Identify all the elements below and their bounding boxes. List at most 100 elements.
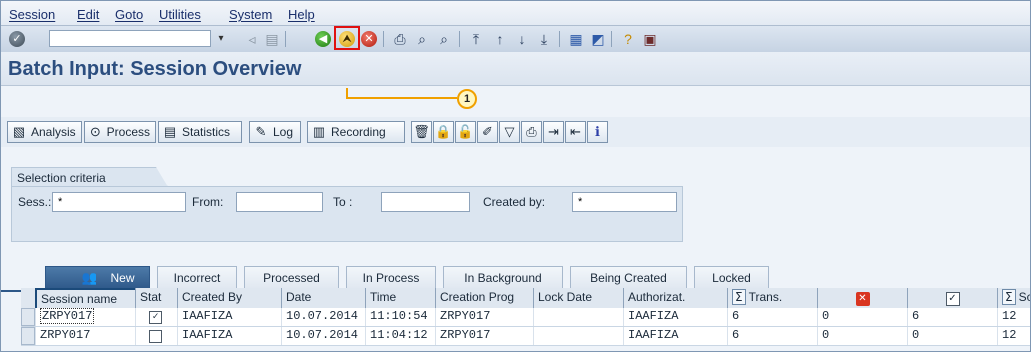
select-all-cell[interactable] xyxy=(21,288,35,308)
menu-goto[interactable]: Goto xyxy=(115,7,143,22)
page-title: Batch Input: Session Overview xyxy=(8,58,302,80)
log-label: Log xyxy=(273,125,294,139)
tab-processed[interactable]: Processed xyxy=(244,266,339,290)
sess-input[interactable] xyxy=(52,192,186,212)
log-button[interactable]: ✎ Log xyxy=(249,121,301,143)
column-header-time[interactable]: Time xyxy=(365,288,435,308)
cell-authorization: IAAFIZA xyxy=(623,308,727,326)
cell-errors: 0 xyxy=(817,308,907,326)
help-icon[interactable]: ? xyxy=(619,30,637,48)
filter-icon[interactable]: ▽ xyxy=(499,121,520,143)
column-header-creation-prog[interactable]: Creation Prog xyxy=(435,288,533,308)
table-row[interactable]: ZRPY017 IAAFIZA 10.07.2014 11:04:12 ZRPY… xyxy=(21,327,1030,346)
command-field[interactable] xyxy=(49,30,211,47)
enter-icon[interactable]: ✓ xyxy=(9,31,25,47)
menu-edit[interactable]: Edit xyxy=(77,7,99,22)
cell-lock-date xyxy=(533,327,623,345)
column-header-errors[interactable]: ✕ xyxy=(817,288,907,308)
info-icon[interactable]: ℹ xyxy=(587,121,608,143)
recording-button[interactable]: ▥ Recording xyxy=(307,121,405,143)
process-button[interactable]: ⊙ Process xyxy=(84,121,156,143)
export-icon[interactable]: ⇥ xyxy=(543,121,564,143)
column-header-processed[interactable]: ✓ xyxy=(907,288,997,308)
next-page-icon[interactable]: ↓ xyxy=(513,30,531,48)
row-selector[interactable] xyxy=(21,327,35,345)
cell-processed: 6 xyxy=(907,308,997,326)
column-header-screens[interactable]: ΣScreens xyxy=(997,288,1030,308)
first-page-icon[interactable]: ⤒ xyxy=(467,30,485,48)
column-header-authorization[interactable]: Authorizat. xyxy=(623,288,727,308)
processed-check-icon: ✓ xyxy=(149,311,162,324)
print-list-icon[interactable]: ⎙ xyxy=(521,121,542,143)
row-selector[interactable] xyxy=(21,308,35,326)
tab-locked[interactable]: Locked xyxy=(694,266,769,290)
tab-new[interactable]: New xyxy=(96,266,150,290)
tab-in-background[interactable]: In Background xyxy=(443,266,563,290)
back-icon[interactable]: ◀ xyxy=(315,31,331,47)
standard-toolbar: ✓ ▾ ◃ ▤ ◀ ⮝ ✕ ⎙ ⌕ ⌕ ⤒ ↑ ↓ ⤓ ▦ ◩ ? ▣ xyxy=(1,25,1030,53)
table-row[interactable]: ZRPY017 ✓ IAAFIZA 10.07.2014 11:10:54 ZR… xyxy=(21,308,1030,327)
collapse-icon[interactable]: ◃ xyxy=(243,30,261,48)
column-header-date[interactable]: Date xyxy=(281,288,365,308)
menu-utilities[interactable]: Utilities xyxy=(159,7,201,22)
import-icon[interactable]: ⇤ xyxy=(565,121,586,143)
column-header-session-name[interactable]: Session name xyxy=(35,288,135,308)
last-page-icon[interactable]: ⤓ xyxy=(535,30,553,48)
lock-icon[interactable]: 🔒 xyxy=(433,121,454,143)
delete-icon[interactable]: 🗑 xyxy=(411,121,432,143)
cell-authorization: IAAFIZA xyxy=(623,327,727,345)
cell-session-name[interactable]: ZRPY017 xyxy=(35,327,135,345)
menu-help[interactable]: Help xyxy=(288,7,315,22)
new-session-icon[interactable]: ▦ xyxy=(567,30,585,48)
sess-label: Sess.: xyxy=(18,195,52,209)
tab-in-process[interactable]: In Process xyxy=(346,266,436,290)
find-next-icon[interactable]: ⌕ xyxy=(435,30,453,48)
analysis-button[interactable]: ▧ Analysis xyxy=(7,121,82,143)
cell-screens: 12 xyxy=(997,308,1030,326)
recording-label: Recording xyxy=(331,125,386,139)
cell-creation-prog: ZRPY017 xyxy=(435,308,533,326)
analysis-label: Analysis xyxy=(31,125,76,139)
unlock-icon[interactable]: 🔓 xyxy=(455,121,476,143)
column-header-lock-date[interactable]: Lock Date xyxy=(533,288,623,308)
processed-status-icon: ✓ xyxy=(945,292,960,306)
cell-stat: ✓ xyxy=(135,308,177,326)
from-label: From: xyxy=(192,195,224,209)
selection-criteria-box: Sess.: From: To : Created by: xyxy=(11,186,683,242)
menu-system[interactable]: System xyxy=(229,7,272,22)
previous-page-icon[interactable]: ↑ xyxy=(491,30,509,48)
cell-time: 11:04:12 xyxy=(365,327,435,345)
save-icon[interactable]: ▤ xyxy=(263,30,281,48)
toolbar-separator xyxy=(459,31,460,47)
created-by-label: Created by: xyxy=(483,195,546,209)
column-header-created-by[interactable]: Created By xyxy=(177,288,281,308)
cancel-icon[interactable]: ✕ xyxy=(361,31,377,47)
cell-session-name[interactable]: ZRPY017 xyxy=(35,308,135,326)
print-icon[interactable]: ⎙ xyxy=(391,30,409,48)
statistics-label: Statistics xyxy=(182,125,231,139)
trans-label: Trans. xyxy=(748,290,783,304)
find-icon[interactable]: ⌕ xyxy=(413,30,431,48)
change-icon[interactable]: ✐ xyxy=(477,121,498,143)
tab-being-created[interactable]: Being Created xyxy=(570,266,687,290)
tab-incorrect[interactable]: Incorrect xyxy=(157,266,237,290)
column-header-stat[interactable]: Stat xyxy=(135,288,177,308)
cell-created-by: IAAFIZA xyxy=(177,327,281,345)
cell-time: 11:10:54 xyxy=(365,308,435,326)
cell-date: 10.07.2014 xyxy=(281,308,365,326)
session-table: Session name Stat Created By Date Time C… xyxy=(21,288,1030,351)
layout-menu-icon[interactable]: ▣ xyxy=(641,30,659,48)
to-date-input[interactable] xyxy=(381,192,470,212)
toolbar-separator xyxy=(383,31,384,47)
table-header-row: Session name Stat Created By Date Time C… xyxy=(21,288,1030,308)
process-icon: ⊙ xyxy=(89,124,101,139)
statistics-button[interactable]: ▤ Statistics xyxy=(158,121,242,143)
command-history-icon[interactable]: ▾ xyxy=(215,31,227,46)
shortcut-icon[interactable]: ◩ xyxy=(589,30,607,48)
from-date-input[interactable] xyxy=(236,192,323,212)
exit-highlight-box xyxy=(334,26,360,50)
created-by-input[interactable] xyxy=(572,192,677,212)
session-name-text: ZRPY017 xyxy=(40,308,95,324)
menu-session[interactable]: Session xyxy=(9,7,55,22)
column-header-trans[interactable]: Σ Trans. xyxy=(727,288,817,308)
